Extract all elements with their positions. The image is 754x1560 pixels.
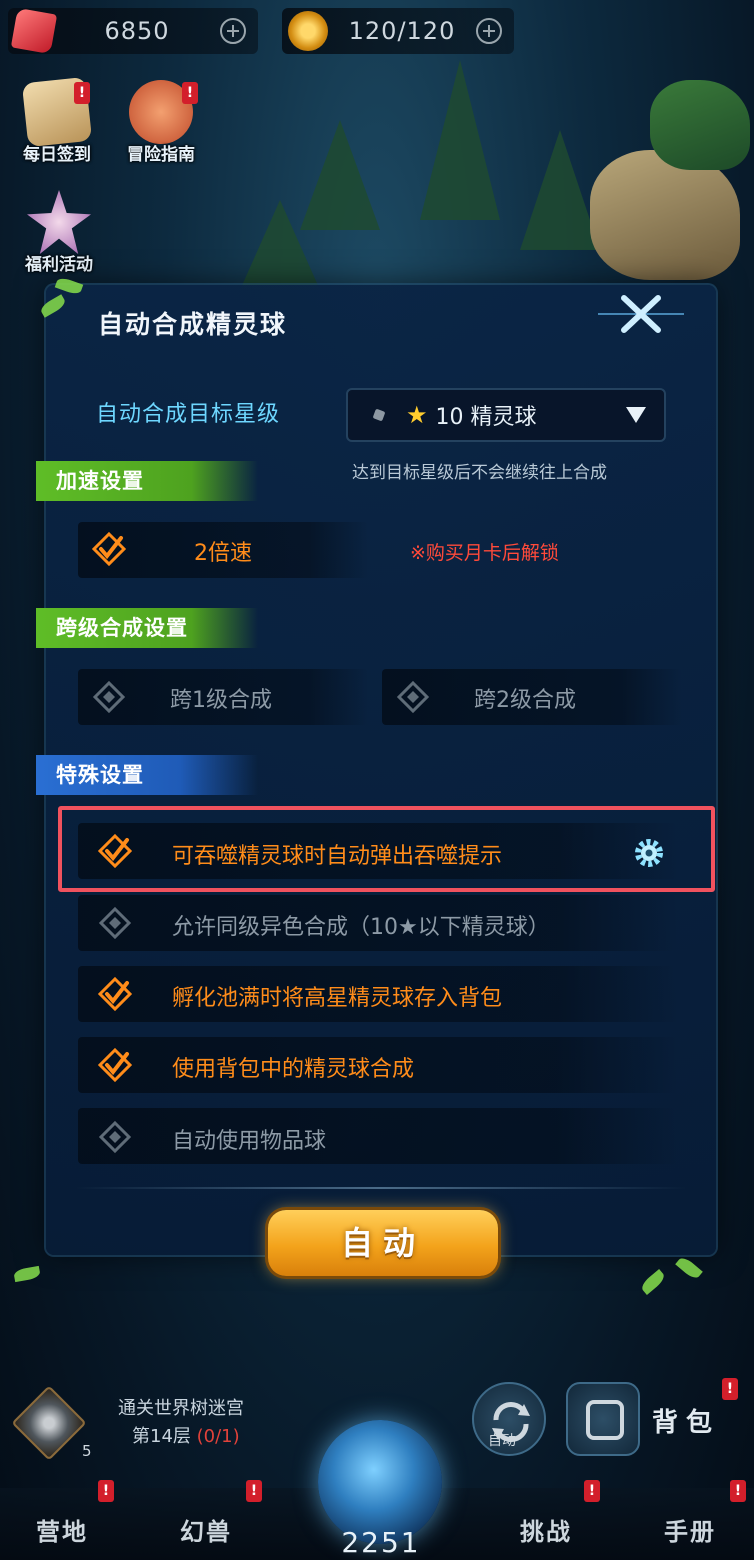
nav-challenge[interactable]: 挑战 xyxy=(520,1512,572,1547)
tree xyxy=(420,60,500,220)
alert-badge: ! xyxy=(74,82,90,104)
auto-round-label: 自动 xyxy=(488,1433,516,1449)
alert-badge: ! xyxy=(182,82,198,104)
stage-floor: 第14层 (0/1) xyxy=(132,1422,240,1448)
daily-checkin-button[interactable]: 每日签到 ! xyxy=(12,76,102,165)
target-note: 达到目标星级后不会继续往上合成 xyxy=(352,463,607,483)
bag-icon-button[interactable] xyxy=(566,1382,640,1456)
cross-2-checkbox[interactable] xyxy=(396,680,430,714)
cross-1-checkbox[interactable] xyxy=(92,680,126,714)
alert-badge: ! xyxy=(246,1480,262,1502)
stage-gem-icon xyxy=(11,1385,87,1461)
auto-use-item-ball-checkbox[interactable] xyxy=(98,1120,132,1154)
use-bag-balls-checkbox[interactable] xyxy=(97,1047,133,1083)
cross-1-label: 跨1级合成 xyxy=(170,688,272,713)
gem-counter: 6850 xyxy=(8,7,258,55)
star-icon: ★ xyxy=(406,401,428,429)
nav-beasts[interactable]: 幻兽 xyxy=(180,1512,232,1547)
stage-progress: (0/1) xyxy=(196,1426,240,1447)
dice-icon xyxy=(372,408,386,422)
stage-level: 5 xyxy=(82,1442,92,1460)
add-stamina-button[interactable] xyxy=(476,18,502,44)
close-icon xyxy=(598,295,684,333)
leaf-decoration xyxy=(13,1265,41,1283)
store-high-star-label: 孵化池满时将高星精灵球存入背包 xyxy=(172,986,503,1011)
target-star-label: 自动合成目标星级 xyxy=(96,402,281,427)
auto-use-item-ball-label: 自动使用物品球 xyxy=(172,1129,327,1154)
backpack-icon xyxy=(586,1400,624,1440)
tree xyxy=(520,130,600,250)
store-high-star-checkbox[interactable] xyxy=(97,976,133,1012)
cross-2-label: 跨2级合成 xyxy=(474,688,576,713)
divider xyxy=(76,1187,686,1189)
special-section-header: 特殊设置 xyxy=(36,755,258,795)
bag-label[interactable]: 背包 xyxy=(652,1402,720,1439)
target-star-select[interactable]: ★ 10 精灵球 xyxy=(346,388,666,442)
checked-diamond-icon xyxy=(91,531,127,567)
speed-lock-note: ※购买月卡后解锁 xyxy=(410,542,559,564)
adventure-guide-button[interactable]: 冒险指南 ! xyxy=(116,80,206,165)
stamina-coin-icon xyxy=(288,11,328,51)
target-star-value: 10 精灵球 xyxy=(435,405,537,430)
cross-level-section-header: 跨级合成设置 xyxy=(36,608,258,648)
stage-floor-text: 第14层 xyxy=(132,1426,191,1447)
same-level-diff-color-label: 允许同级异色合成（10★以下精灵球） xyxy=(172,915,550,940)
same-level-diff-color-checkbox[interactable] xyxy=(98,906,132,940)
alert-badge: ! xyxy=(98,1480,114,1502)
dropdown-arrow-icon xyxy=(626,407,646,423)
alert-badge: ! xyxy=(584,1480,600,1502)
dialog-title: 自动合成精灵球 xyxy=(98,310,288,339)
welfare-event-button[interactable]: 福利活动 xyxy=(14,190,104,275)
checked-diamond-icon xyxy=(97,1047,133,1083)
welfare-event-label: 福利活动 xyxy=(25,255,93,275)
gem-value: 6850 xyxy=(104,17,170,45)
alert-badge: ! xyxy=(730,1480,746,1502)
unchecked-diamond-icon xyxy=(396,680,430,714)
bag-alert-badge: ! xyxy=(722,1378,738,1400)
close-button[interactable] xyxy=(598,290,684,338)
leaf-decoration xyxy=(639,1269,667,1295)
special-row xyxy=(78,1108,678,1164)
add-gems-button[interactable] xyxy=(220,18,246,44)
speed-section-header: 加速设置 xyxy=(36,461,258,501)
stage-name: 通关世界树迷宫 xyxy=(118,1398,244,1419)
gem-icon xyxy=(10,7,58,55)
stamina-counter: 120/120 xyxy=(282,8,514,54)
use-bag-balls-label: 使用背包中的精灵球合成 xyxy=(172,1057,415,1082)
highlight-box xyxy=(58,806,715,892)
stamina-value: 120/120 xyxy=(348,17,456,45)
leaf-decoration xyxy=(675,1255,703,1281)
unchecked-diamond-icon xyxy=(98,1120,132,1154)
speed-checkbox[interactable] xyxy=(91,531,127,567)
adventure-guide-label: 冒险指南 xyxy=(127,145,195,165)
unchecked-diamond-icon xyxy=(98,906,132,940)
checked-diamond-icon xyxy=(97,976,133,1012)
unchecked-diamond-icon xyxy=(92,680,126,714)
speed-option-label: 2倍速 xyxy=(194,541,252,566)
star-icon xyxy=(27,190,91,254)
tree xyxy=(240,200,320,290)
auto-button[interactable]: 自动 xyxy=(268,1210,498,1276)
foliage xyxy=(650,80,750,170)
nav-camp[interactable]: 营地 xyxy=(36,1512,88,1547)
spirit-orb-value: 2251 xyxy=(341,1526,421,1559)
nav-handbook[interactable]: 手册 xyxy=(664,1512,716,1547)
